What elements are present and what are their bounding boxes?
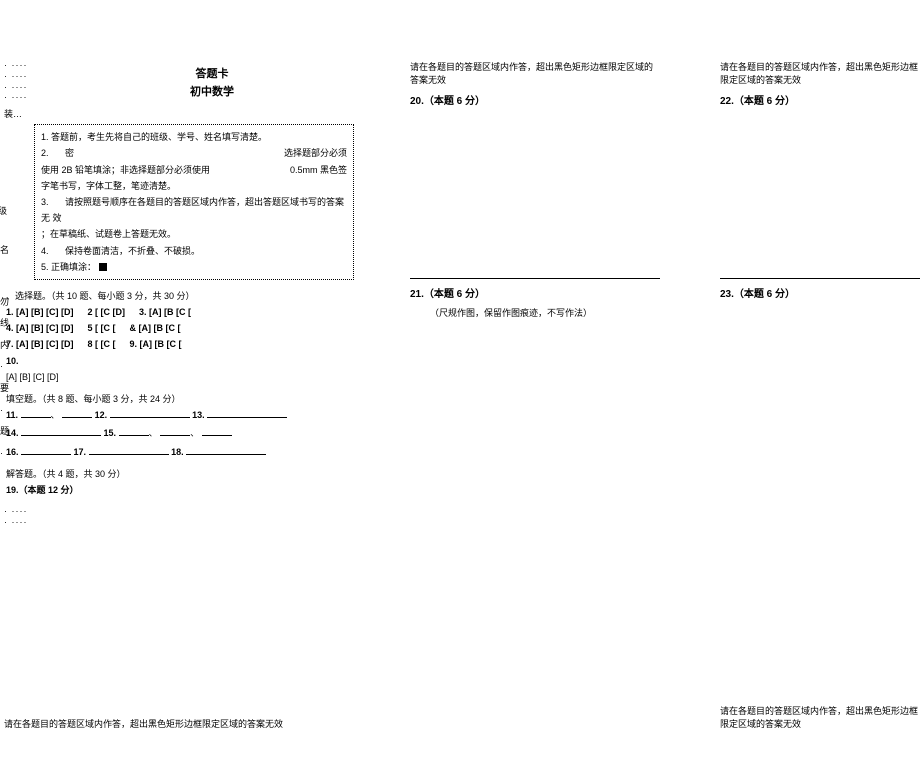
blank-line[interactable]: [21, 444, 71, 455]
blank-line[interactable]: [119, 425, 149, 436]
section-heading: 解答题。（共 4 题，共 30 分）: [6, 466, 354, 482]
blank-line[interactable]: [21, 425, 101, 436]
mc-item: 3. [A] [B [C [: [139, 304, 191, 320]
mc-item: 8 [ [C [: [87, 336, 115, 352]
blank-line[interactable]: [62, 407, 92, 418]
instr-right: 0.5mm 黑色签: [290, 162, 347, 178]
decor-text: 装…: [4, 107, 360, 120]
blank-label: 15.: [104, 428, 117, 438]
mc-item: 7. [A] [B] [C] [D]: [6, 336, 73, 352]
mc-item: 9. [A] [B [C [: [129, 336, 181, 352]
mc-item: 4. [A] [B] [C] [D]: [6, 320, 73, 336]
blank-line[interactable]: [110, 407, 190, 418]
blank-label: 12.: [95, 410, 108, 420]
blank-label: 18.: [171, 447, 184, 457]
side-label: 级: [0, 200, 12, 223]
instr-num: 1.: [41, 132, 49, 142]
mc-item: 2 [ [C [D]: [87, 304, 125, 320]
dots-line: · ····: [4, 82, 64, 93]
column-2: 请在各题目的答题区域内作答，超出黑色矩形边框限定区域的答案无效 20.（本题 6…: [410, 60, 660, 319]
dots-line: · ····: [4, 506, 360, 517]
instructions-box: 1. 答题前，考生先将自己的班级、学号、姓名填写清楚。 2. 密 选择题部分必须…: [34, 124, 354, 280]
fill-blank-section: 填空题。（共 8 题、每小题 3 分，共 24 分） 11. 、 12. 13.…: [6, 391, 354, 460]
blank-line[interactable]: [21, 407, 51, 418]
instr-text: ；在草稿纸、试题卷上答题无效。: [41, 226, 347, 242]
question-subtext: （尺规作图，保留作图痕迹，不写作法）: [430, 306, 660, 319]
instr-num: 3.: [41, 197, 49, 207]
instr-text: 使用 2B 铅笔填涂；非选择题部分必须使用: [41, 165, 210, 175]
area-note: 请在各题目的答题区域内作答，超出黑色矩形边框限定区域的答案无效: [720, 60, 920, 86]
blank-line[interactable]: [202, 425, 232, 436]
instr-right: 选择题部分必须: [284, 145, 347, 161]
question-heading: 22.（本题 6 分）: [720, 92, 920, 107]
column-1: · ···· · ···· · ···· · ···· 答题卡 初中数学 装… …: [0, 60, 360, 528]
question-heading: 23.（本题 6 分）: [720, 285, 920, 300]
page-subtitle: 初中数学: [64, 84, 360, 102]
dots-line: · ····: [4, 517, 360, 528]
blank-line[interactable]: [186, 444, 266, 455]
instr-text: 5. 正确填涂：: [41, 262, 96, 272]
instr-num: 4.: [41, 246, 49, 256]
column-3: 请在各题目的答题区域内作答，超出黑色矩形边框限定区域的答案无效 22.（本题 6…: [720, 60, 920, 300]
instr-text: 答题前，考生先将自己的班级、学号、姓名填写清楚。: [51, 132, 267, 142]
area-note: 请在各题目的答题区域内作答，超出黑色矩形边框限定区域的答案无效: [410, 60, 660, 86]
multiple-choice-section: 、选择题。（共 10 题、每小题 3 分，共 30 分） 1. [A] [B] …: [6, 288, 354, 385]
dots-line: · ····: [4, 71, 64, 82]
separator-line: [410, 277, 660, 279]
footer-note-right: 请在各题目的答题区域内作答，超出黑色矩形边框限定区域的答案无效: [720, 704, 920, 730]
blank-line[interactable]: [160, 425, 190, 436]
instr-text: 字笔书写，字体工整，笔迹清楚。: [41, 178, 347, 194]
left-margin-labels: 级: [0, 200, 12, 227]
mc-item: [A] [B] [C] [D]: [6, 369, 354, 385]
blank-label: 17.: [74, 447, 87, 457]
mc-item: 5 [ [C [: [87, 320, 115, 336]
mc-item: & [A] [B [C [: [129, 320, 180, 336]
section-heading: 、选择题。（共 10 题、每小题 3 分，共 30 分）: [6, 288, 354, 304]
footer-note-left: 请在各题目的答题区域内作答，超出黑色矩形边框限定区域的答案无效: [4, 717, 283, 730]
question-heading: 19.（本题 12 分）: [6, 482, 354, 498]
question-heading: 20.（本题 6 分）: [410, 92, 660, 107]
margin-dots-bottom: · ···· · ····: [4, 506, 360, 528]
question-heading: 21.（本题 6 分）: [410, 285, 660, 300]
page-title: 答题卡: [64, 66, 360, 84]
dots-line: · ····: [4, 60, 64, 71]
left-gutter-text: 名 勿 线 内 · 要 · 题 ·: [0, 240, 9, 464]
separator-line: [720, 277, 920, 279]
blank-line[interactable]: [89, 444, 169, 455]
margin-dots-top: · ···· · ···· · ···· · ····: [4, 60, 64, 107]
free-response-section: 解答题。（共 4 题，共 30 分） 19.（本题 12 分）: [6, 466, 354, 498]
instr-text: 请按照题号顺序在各题目的答题区域内作答，超出答题区域书写的答案无 效: [41, 197, 344, 223]
blank-line[interactable]: [207, 407, 287, 418]
dots-line: · ····: [4, 92, 64, 103]
mc-item: 1. [A] [B] [C] [D]: [6, 304, 73, 320]
blank-label: 13.: [192, 410, 205, 420]
instr-pre: 密: [65, 148, 74, 158]
section-heading: 填空题。（共 8 题、每小题 3 分，共 24 分）: [6, 391, 354, 407]
instr-text: 保持卷面清洁，不折叠、不破损。: [65, 246, 200, 256]
fill-square-icon: [99, 263, 107, 271]
instr-num: 2.: [41, 148, 49, 158]
